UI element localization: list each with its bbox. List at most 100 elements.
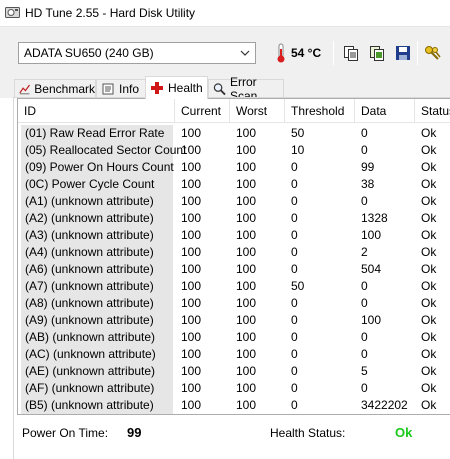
cell-data: 0 — [361, 296, 368, 310]
window-title: HD Tune 2.55 - Hard Disk Utility — [25, 6, 196, 20]
toolbar-separator — [417, 41, 418, 65]
column-header-data[interactable]: Data — [355, 99, 415, 123]
cell-id: (B5) (unknown attribute) — [21, 397, 173, 414]
cell-id: (AC) (unknown attribute) — [21, 346, 173, 363]
cell-data: 1328 — [361, 211, 388, 225]
cell-data: 504 — [361, 262, 382, 276]
cell-threshold: 0 — [291, 211, 298, 225]
cell-current: 100 — [181, 245, 202, 259]
magnifier-icon — [213, 83, 226, 96]
chevron-down-icon[interactable] — [238, 45, 252, 61]
drive-select[interactable]: ADATA SU650 (240 GB) — [18, 42, 256, 64]
status-bar: Power On Time: 99 Health Status: Ok — [17, 416, 450, 446]
cell-status: Ok — [421, 313, 437, 327]
smart-attributes-table: ID Current Worst Threshold Data Status (… — [17, 98, 450, 415]
cell-data: 3422202 — [361, 398, 408, 412]
table-row[interactable]: (A4) (unknown attribute) 100 100 0 2 Ok — [18, 244, 450, 261]
table-row[interactable]: (05) Reallocated Sector Count 100 100 10 0 Ok — [18, 142, 450, 159]
cell-threshold: 0 — [291, 177, 298, 191]
cell-worst: 100 — [236, 194, 257, 208]
table-row[interactable]: (A1) (unknown attribute) 100 100 0 0 Ok — [18, 193, 450, 210]
tab-health[interactable]: Health — [145, 76, 208, 99]
cell-id: (A4) (unknown attribute) — [21, 244, 173, 261]
table-row[interactable]: (01) Raw Read Error Rate 100 100 50 0 Ok — [18, 125, 450, 142]
options-button[interactable] — [423, 43, 443, 63]
cell-current: 100 — [181, 228, 202, 242]
table-row[interactable]: (AB) (unknown attribute) 100 100 0 0 Ok — [18, 329, 450, 346]
copy-screenshot-icon — [370, 46, 384, 61]
cell-worst: 100 — [236, 279, 257, 293]
cell-worst: 100 — [236, 211, 257, 225]
cell-current: 100 — [181, 194, 202, 208]
table-row[interactable]: (A9) (unknown attribute) 100 100 0 100 Ok — [18, 312, 450, 329]
cell-id: (A3) (unknown attribute) — [21, 227, 173, 244]
cell-current: 100 — [181, 313, 202, 327]
cell-status: Ok — [421, 381, 437, 395]
table-row[interactable]: (AC) (unknown attribute) 100 100 0 0 Ok — [18, 346, 450, 363]
cell-current: 100 — [181, 211, 202, 225]
table-row[interactable]: (A2) (unknown attribute) 100 100 0 1328 Ok — [18, 210, 450, 227]
tab-info[interactable]: Info — [96, 79, 146, 98]
copy-screenshot-button[interactable] — [367, 43, 387, 63]
cell-threshold: 50 — [291, 126, 305, 140]
table-row[interactable]: (0C) Power Cycle Count 100 100 0 38 Ok — [18, 176, 450, 193]
copy-text-button[interactable] — [341, 43, 361, 63]
cell-worst: 100 — [236, 228, 257, 242]
cell-status: Ok — [421, 245, 437, 259]
cell-threshold: 10 — [291, 143, 305, 157]
cell-worst: 100 — [236, 364, 257, 378]
cell-threshold: 0 — [291, 347, 298, 361]
cell-status: Ok — [421, 160, 437, 174]
cell-id: (05) Reallocated Sector Count — [21, 142, 186, 159]
column-header-worst[interactable]: Worst — [230, 99, 285, 123]
cell-data: 100 — [361, 313, 382, 327]
cell-status: Ok — [421, 279, 437, 293]
cell-worst: 100 — [236, 245, 257, 259]
column-header-id[interactable]: ID — [18, 99, 175, 123]
table-row[interactable]: (AF) (unknown attribute) 100 100 0 0 Ok — [18, 380, 450, 397]
table-row[interactable]: (AE) (unknown attribute) 100 100 0 5 Ok — [18, 363, 450, 380]
table-row[interactable]: (A6) (unknown attribute) 100 100 0 504 Ok — [18, 261, 450, 278]
cell-threshold: 0 — [291, 381, 298, 395]
table-row[interactable]: (A8) (unknown attribute) 100 100 0 0 Ok — [18, 295, 450, 312]
cell-worst: 100 — [236, 160, 257, 174]
cell-status: Ok — [421, 347, 437, 361]
table-row[interactable]: (A7) (unknown attribute) 100 100 50 0 Ok — [18, 278, 450, 295]
save-icon — [396, 46, 410, 60]
temperature-value: 54 °C — [291, 46, 322, 60]
hdtune-app-icon — [5, 7, 20, 18]
cell-worst: 100 — [236, 330, 257, 344]
table-row[interactable]: (09) Power On Hours Count 100 100 0 99 Ok — [18, 159, 450, 176]
health-cross-icon — [151, 82, 163, 94]
tab-error-scan[interactable]: Error Scan — [208, 75, 284, 103]
cell-data: 0 — [361, 381, 368, 395]
cell-id: (09) Power On Hours Count — [21, 159, 174, 176]
cell-worst: 100 — [236, 381, 257, 395]
column-header-current[interactable]: Current — [175, 99, 230, 123]
cell-status: Ok — [421, 262, 437, 276]
health-status-value: Ok — [395, 425, 413, 440]
drive-select-value: ADATA SU650 (240 GB) — [24, 46, 154, 60]
cell-data: 0 — [361, 347, 368, 361]
cell-id: (A1) (unknown attribute) — [21, 193, 173, 210]
cell-status: Ok — [421, 296, 437, 310]
cell-data: 38 — [361, 177, 375, 191]
cell-id: (AF) (unknown attribute) — [21, 380, 173, 397]
column-header-threshold[interactable]: Threshold — [285, 99, 355, 123]
table-body: (01) Raw Read Error Rate 100 100 50 0 Ok (05) … — [18, 125, 450, 414]
cell-worst: 100 — [236, 313, 257, 327]
cell-current: 100 — [181, 262, 202, 276]
table-row[interactable]: (B5) (unknown attribute) 100 100 0 3422202 Ok — [18, 397, 450, 414]
save-button[interactable] — [393, 43, 413, 63]
cell-data: 0 — [361, 126, 368, 140]
cell-current: 100 — [181, 330, 202, 344]
table-row[interactable]: (A3) (unknown attribute) 100 100 0 100 Ok — [18, 227, 450, 244]
power-on-time-value: 99 — [127, 425, 142, 440]
cell-status: Ok — [421, 364, 437, 378]
cell-threshold: 0 — [291, 194, 298, 208]
tab-benchmark[interactable]: Benchmark — [14, 79, 96, 98]
cell-id: (0C) Power Cycle Count — [21, 176, 173, 193]
column-header-status[interactable]: Status — [415, 99, 450, 123]
cell-status: Ok — [421, 228, 437, 242]
cell-current: 100 — [181, 347, 202, 361]
